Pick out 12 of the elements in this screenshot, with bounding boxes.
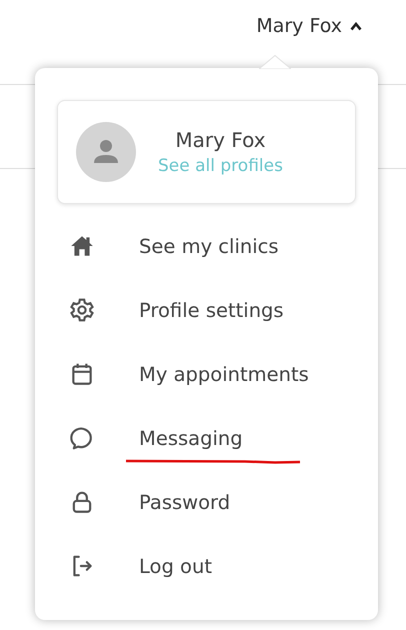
menu-item[interactable]: See my clinics (57, 214, 356, 278)
menu-item[interactable]: My appointments (57, 342, 356, 406)
menu-item[interactable]: Profile settings (57, 278, 356, 342)
avatar-icon (76, 122, 136, 182)
caret-icon[interactable] (350, 22, 362, 30)
menu-item[interactable]: Password (57, 470, 356, 534)
menu-item[interactable]: Messaging (57, 406, 356, 470)
user-name[interactable]: Mary Fox (256, 15, 342, 37)
chat-bubble-icon (69, 425, 95, 451)
profile-name: Mary Fox (175, 128, 266, 152)
gear-icon (69, 297, 95, 323)
menu-item[interactable]: Log out (57, 534, 356, 598)
